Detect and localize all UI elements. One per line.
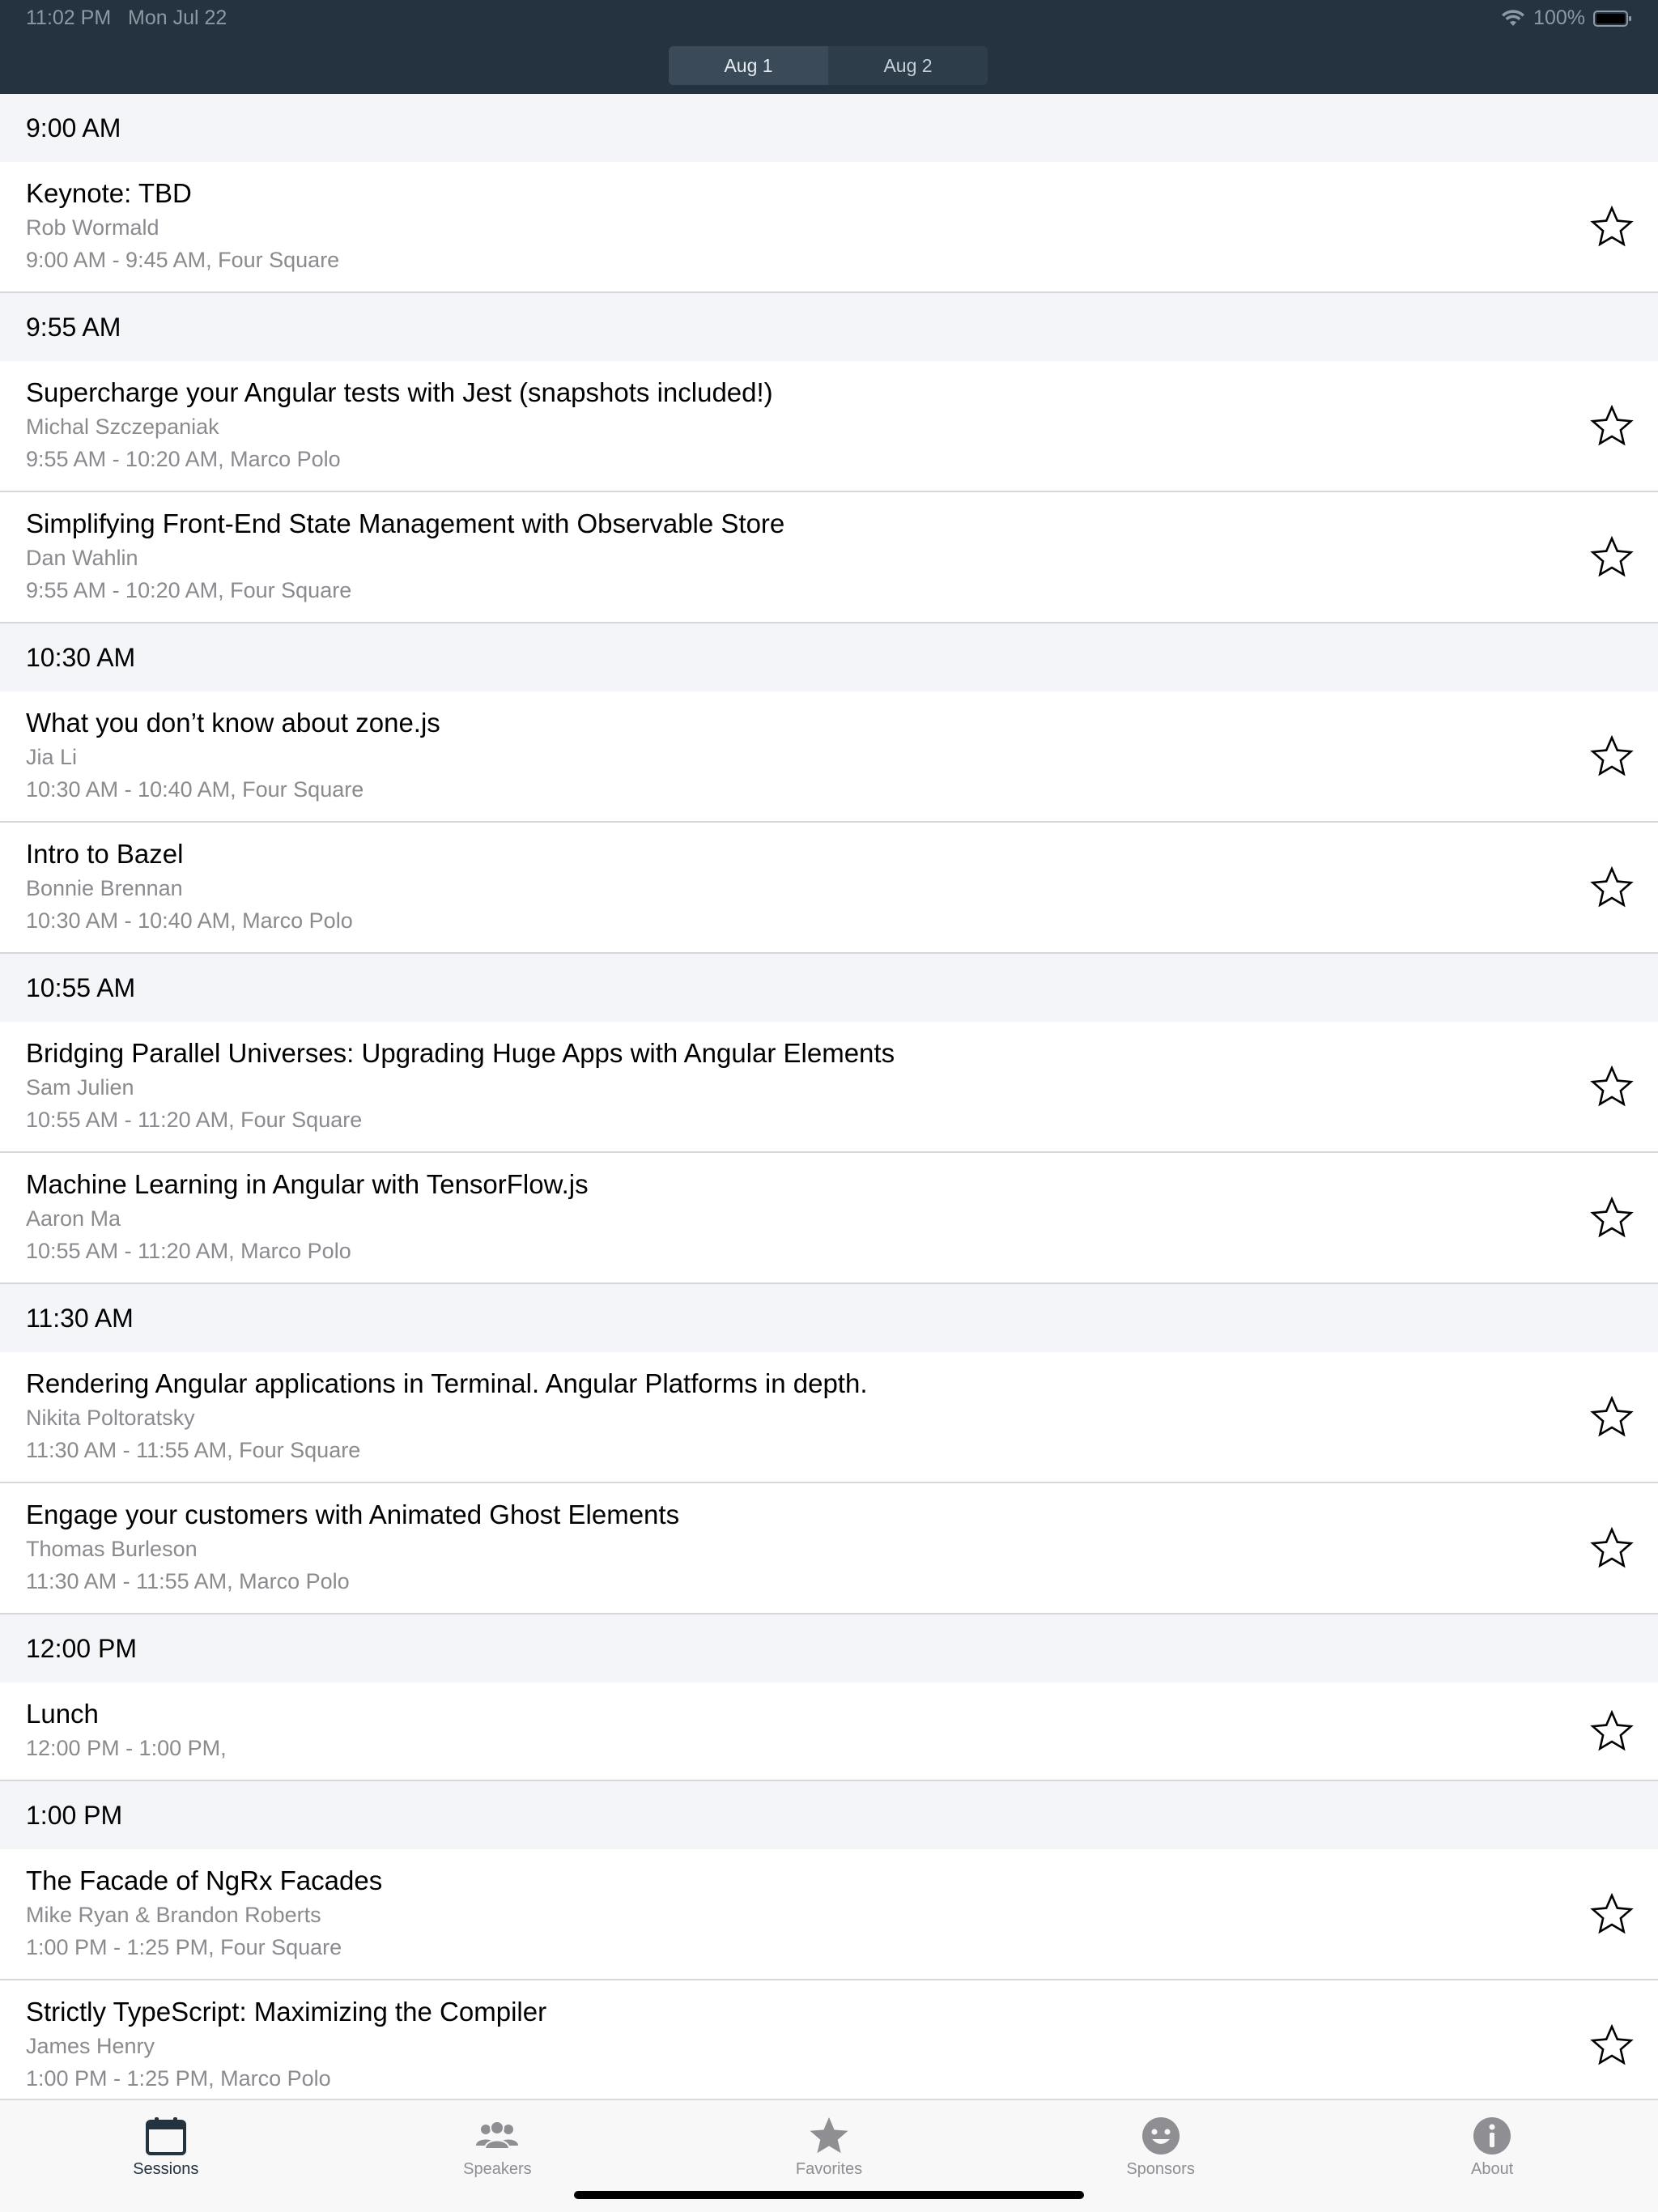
tab-label-about: About bbox=[1471, 2160, 1514, 2178]
session-time-location: 9:55 AM - 10:20 AM, Marco Polo bbox=[26, 447, 341, 471]
battery-percent: 100% bbox=[1533, 6, 1585, 29]
time-group-header: 9:55 AM bbox=[0, 293, 1658, 361]
favorite-star-icon[interactable] bbox=[1590, 1709, 1634, 1753]
status-bar-clock: 11:02 PM Mon Jul 22 bbox=[26, 6, 227, 30]
session-row[interactable]: Bridging Parallel Universes: Upgrading H… bbox=[0, 1022, 1658, 1153]
session-title: Intro to Bazel bbox=[26, 839, 184, 869]
session-row[interactable]: Engage your customers with Animated Ghos… bbox=[0, 1483, 1658, 1614]
session-speaker: James Henry bbox=[26, 2034, 155, 2058]
session-speaker: Rob Wormald bbox=[26, 215, 159, 240]
favorite-star-icon[interactable] bbox=[1590, 2023, 1634, 2067]
session-title: What you don’t know about zone.js bbox=[26, 708, 440, 738]
session-time-location: 10:30 AM - 10:40 AM, Four Square bbox=[26, 777, 364, 802]
session-row[interactable]: Keynote: TBD Rob Wormald 9:00 AM - 9:45 AM… bbox=[0, 162, 1658, 293]
time-group-header: 10:55 AM bbox=[0, 954, 1658, 1022]
favorite-star-icon[interactable] bbox=[1590, 404, 1634, 448]
battery-icon bbox=[1593, 10, 1632, 28]
session-speaker: Michal Szczepaniak bbox=[26, 415, 219, 439]
tab-about[interactable]: About bbox=[1326, 2100, 1658, 2212]
favorite-star-icon[interactable] bbox=[1590, 1065, 1634, 1108]
session-row[interactable]: Intro to Bazel Bonnie Brennan 10:30 AM - 1… bbox=[0, 823, 1658, 954]
session-title: Simplifying Front-End State Management w… bbox=[26, 508, 785, 538]
session-row[interactable]: Rendering Angular applications in Termin… bbox=[0, 1352, 1658, 1483]
session-row[interactable]: Strictly TypeScript: Maximizing the Comp… bbox=[0, 1980, 1658, 2099]
session-speaker: Dan Wahlin bbox=[26, 546, 138, 570]
app-header: 11:02 PM Mon Jul 22 100% Aug 1 Aug 2 bbox=[0, 0, 1658, 94]
date-segmented-control: Aug 1 Aug 2 bbox=[669, 46, 988, 85]
session-title: Lunch bbox=[26, 1699, 99, 1729]
segment-aug-2[interactable]: Aug 2 bbox=[828, 46, 988, 85]
session-row[interactable]: What you don’t know about zone.js Jia Li 1… bbox=[0, 691, 1658, 823]
session-time-location: 9:00 AM - 9:45 AM, Four Square bbox=[26, 248, 340, 272]
tab-label-favorites: Favorites bbox=[795, 2160, 863, 2178]
favorite-star-icon[interactable] bbox=[1590, 205, 1634, 249]
session-time-location: 1:00 PM - 1:25 PM, Four Square bbox=[26, 1935, 342, 1959]
session-row[interactable]: The Facade of NgRx Facades Mike Ryan & Br… bbox=[0, 1849, 1658, 1980]
status-time: 11:02 PM bbox=[26, 6, 112, 29]
session-time-location: 10:30 AM - 10:40 AM, Marco Polo bbox=[26, 908, 353, 933]
session-time-location: 10:55 AM - 11:20 AM, Four Square bbox=[26, 1108, 363, 1132]
time-group-header: 12:00 PM bbox=[0, 1614, 1658, 1682]
session-row[interactable]: Supercharge your Angular tests with Jest… bbox=[0, 361, 1658, 492]
tab-label-sponsors: Sponsors bbox=[1126, 2160, 1195, 2178]
favorite-star-icon[interactable] bbox=[1590, 1526, 1634, 1570]
favorite-star-icon[interactable] bbox=[1590, 535, 1634, 579]
session-time-location: 9:55 AM - 10:20 AM, Four Square bbox=[26, 578, 352, 602]
session-title: Strictly TypeScript: Maximizing the Comp… bbox=[26, 1997, 547, 2027]
session-row[interactable]: Lunch 12:00 PM - 1:00 PM, bbox=[0, 1682, 1658, 1781]
session-speaker: Thomas Burleson bbox=[26, 1537, 198, 1561]
session-title: The Facade of NgRx Facades bbox=[26, 1865, 383, 1895]
home-indicator bbox=[574, 2191, 1084, 2199]
session-time-location: 1:00 PM - 1:25 PM, Marco Polo bbox=[26, 2066, 331, 2091]
tab-label-sessions: Sessions bbox=[133, 2160, 199, 2178]
session-row[interactable]: Simplifying Front-End State Management w… bbox=[0, 492, 1658, 623]
status-date: Mon Jul 22 bbox=[128, 6, 227, 29]
session-title: Rendering Angular applications in Termin… bbox=[26, 1368, 868, 1398]
session-time-location: 12:00 PM - 1:00 PM, bbox=[26, 1736, 227, 1760]
time-group-header: 9:00 AM bbox=[0, 94, 1658, 162]
session-title: Engage your customers with Animated Ghos… bbox=[26, 1499, 680, 1529]
session-speaker: Aaron Ma bbox=[26, 1206, 121, 1231]
session-title: Keynote: TBD bbox=[26, 178, 192, 208]
session-speaker: Mike Ryan & Brandon Roberts bbox=[26, 1903, 321, 1927]
status-bar-right: 100% bbox=[1501, 6, 1632, 30]
session-row[interactable]: Machine Learning in Angular with TensorF… bbox=[0, 1153, 1658, 1284]
tab-label-speakers: Speakers bbox=[463, 2160, 532, 2178]
people-icon bbox=[474, 2116, 520, 2155]
session-speaker: Jia Li bbox=[26, 745, 78, 769]
session-time-location: 11:30 AM - 11:55 AM, Marco Polo bbox=[26, 1569, 350, 1593]
favorite-star-icon[interactable] bbox=[1590, 1196, 1634, 1240]
time-group-header: 10:30 AM bbox=[0, 623, 1658, 691]
tab-sessions[interactable]: Sessions bbox=[0, 2100, 332, 2212]
time-group-header: 11:30 AM bbox=[0, 1284, 1658, 1352]
info-icon bbox=[1471, 2116, 1513, 2155]
favorite-star-icon[interactable] bbox=[1590, 734, 1634, 778]
session-time-location: 10:55 AM - 11:20 AM, Marco Polo bbox=[26, 1239, 351, 1263]
time-group-header: 1:00 PM bbox=[0, 1781, 1658, 1849]
session-title: Machine Learning in Angular with TensorF… bbox=[26, 1169, 589, 1199]
wifi-icon bbox=[1501, 9, 1525, 28]
calendar-icon bbox=[145, 2116, 187, 2155]
star-icon bbox=[808, 2116, 850, 2155]
smiley-icon bbox=[1140, 2116, 1182, 2155]
session-time-location: 11:30 AM - 11:55 AM, Four Square bbox=[26, 1438, 361, 1462]
segment-aug-1[interactable]: Aug 1 bbox=[669, 46, 828, 85]
session-list[interactable]: 9:00 AM Keynote: TBD Rob Wormald 9:00 AM - … bbox=[0, 94, 1658, 2099]
favorite-star-icon[interactable] bbox=[1590, 1395, 1634, 1439]
session-title: Bridging Parallel Universes: Upgrading H… bbox=[26, 1038, 895, 1068]
session-speaker: Nikita Poltoratsky bbox=[26, 1406, 195, 1430]
session-speaker: Sam Julien bbox=[26, 1075, 134, 1100]
favorite-star-icon[interactable] bbox=[1590, 1892, 1634, 1936]
favorite-star-icon[interactable] bbox=[1590, 866, 1634, 909]
session-title: Supercharge your Angular tests with Jest… bbox=[26, 377, 773, 407]
session-speaker: Bonnie Brennan bbox=[26, 876, 183, 900]
